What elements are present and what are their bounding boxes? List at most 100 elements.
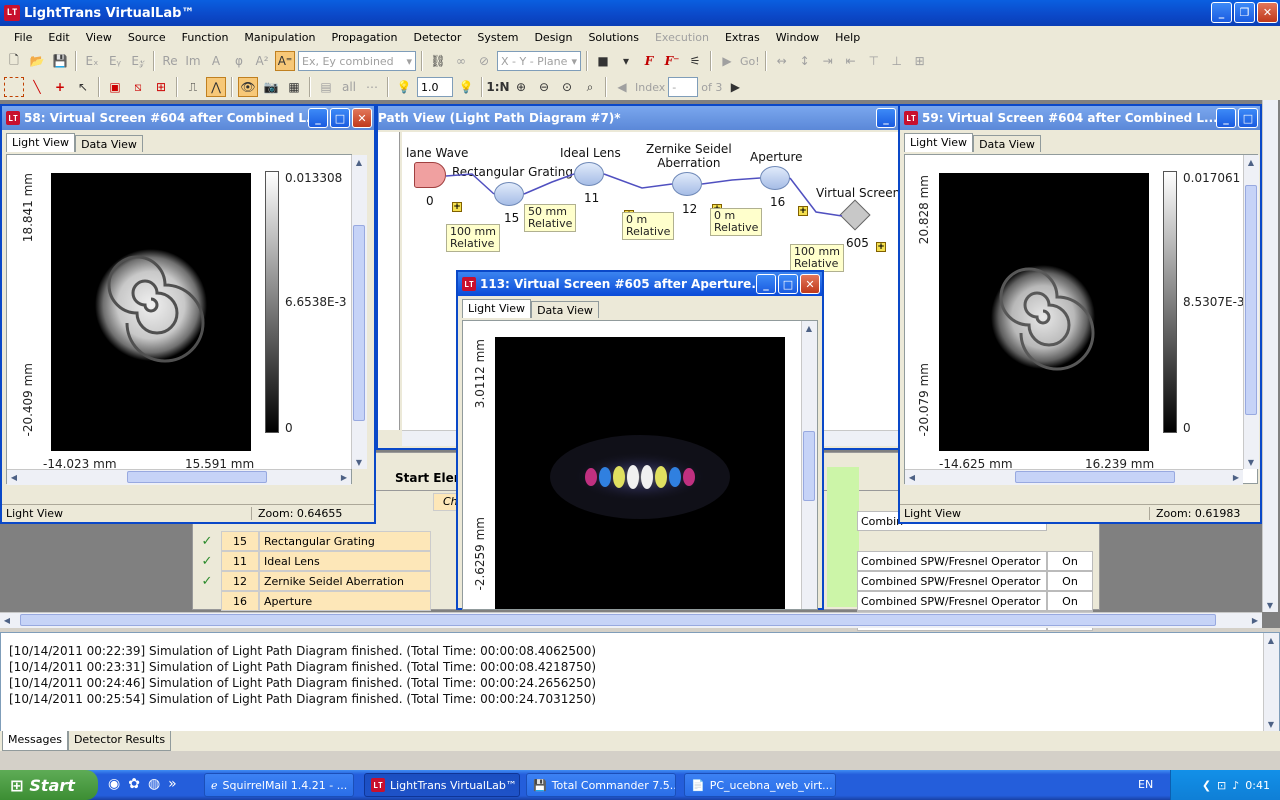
new-file-icon[interactable]: 🗋 <box>4 51 24 71</box>
window-59-minimize[interactable]: _ <box>1216 108 1236 128</box>
real-part-icon[interactable]: Re <box>160 51 180 71</box>
menu-source[interactable]: Source <box>120 31 174 44</box>
menu-window[interactable]: Window <box>768 31 827 44</box>
expand-icon[interactable]: + <box>876 242 886 252</box>
plane-combo[interactable]: X - Y - Plane ▾ <box>497 51 581 71</box>
profile-icon[interactable]: ⎍ <box>183 77 203 97</box>
menu-view[interactable]: View <box>78 31 120 44</box>
fft-icon[interactable]: ⚟ <box>685 51 705 71</box>
eye-icon[interactable]: 👁 <box>238 77 258 97</box>
ey-field-icon[interactable]: Eᵧ <box>105 51 125 71</box>
path-tool-6-icon[interactable]: ⊥ <box>887 51 907 71</box>
spiral-field-plot-59[interactable] <box>939 173 1149 451</box>
table-icon[interactable]: ▦ <box>284 77 304 97</box>
select-rect-icon[interactable] <box>4 77 24 97</box>
crosshair-icon[interactable]: + <box>50 77 70 97</box>
window-59-titlebar[interactable]: LT 59: Virtual Screen #604 after Combine… <box>900 106 1260 130</box>
tab-data-view[interactable]: Data View <box>531 301 599 318</box>
window-113-minimize[interactable]: _ <box>756 274 776 294</box>
state-cell[interactable]: On <box>1047 591 1093 611</box>
distance-note[interactable]: 100 mm Relative <box>790 244 844 272</box>
window-59-image-area[interactable]: 0.017061 8.5307E-3 0 20.828 mm -20.079 m… <box>904 154 1259 485</box>
prev-index-icon[interactable]: ◀ <box>612 77 632 97</box>
path-tool-5-icon[interactable]: ⊤ <box>864 51 884 71</box>
task-virtuallab[interactable]: LT LightTrans VirtualLab™ <box>364 773 520 797</box>
window-58-image-area[interactable]: 0.013308 6.6538E-3 0 18.841 mm -20.409 m… <box>6 154 367 485</box>
restore-button[interactable]: ❐ <box>1234 2 1255 23</box>
path-tool-1-icon[interactable]: ↔ <box>772 51 792 71</box>
volume-icon[interactable]: ♪ <box>1232 779 1239 792</box>
expand-icon[interactable]: + <box>452 202 462 212</box>
row-check-icon[interactable]: ✓ <box>193 554 221 569</box>
state-cell[interactable]: On <box>1047 551 1093 571</box>
combined-field-icon[interactable]: A⁼ <box>275 51 295 71</box>
line-tool-icon[interactable]: ╲ <box>27 77 47 97</box>
chain-icon[interactable]: ⛓ <box>428 51 448 71</box>
path-tool-2-icon[interactable]: ↕ <box>795 51 815 71</box>
menu-help[interactable]: Help <box>827 31 868 44</box>
zoom-fit-icon[interactable]: ⊙ <box>557 77 577 97</box>
index-field[interactable]: - <box>668 77 699 97</box>
table-row[interactable]: ✓ 12 Zernike Seidel Aberration <box>193 571 431 591</box>
window-113-image-area[interactable]: 3.0112 mm -2.6259 mm ▲ <box>462 320 818 610</box>
diag-select-icon[interactable]: ⧅ <box>128 77 148 97</box>
workspace-vscroll[interactable]: ▼ <box>1262 100 1278 612</box>
level-icon[interactable]: ⋯ <box>362 77 382 97</box>
menu-edit[interactable]: Edit <box>40 31 77 44</box>
window-59-maximize[interactable]: □ <box>1238 108 1258 128</box>
window-58-vscroll[interactable]: ▲ ▼ <box>351 155 367 469</box>
gradient-icon[interactable]: ▤ <box>316 77 336 97</box>
diffraction-pattern-plot[interactable] <box>495 337 785 609</box>
next-index-icon[interactable]: ▶ <box>725 77 745 97</box>
go-button[interactable]: Go! <box>740 55 760 68</box>
all-icon[interactable]: all <box>339 77 359 97</box>
tab-detector-results[interactable]: Detector Results <box>67 731 172 751</box>
window-113-vscroll[interactable]: ▲ <box>801 321 817 609</box>
ex-field-icon[interactable]: Eₓ <box>82 51 102 71</box>
unlink-icon[interactable]: ⊘ <box>474 51 494 71</box>
row-check-icon[interactable]: ✓ <box>193 574 221 589</box>
distance-note[interactable]: 0 m Relative <box>710 208 763 236</box>
menu-extras[interactable]: Extras <box>717 31 768 44</box>
expand-icon[interactable]: + <box>798 206 808 216</box>
tab-light-view[interactable]: Light View <box>6 133 76 152</box>
tab-light-view[interactable]: Light View <box>904 133 974 152</box>
zoom-in-icon[interactable]: ⊕ <box>511 77 531 97</box>
firefox-icon[interactable]: ◍ <box>148 776 160 792</box>
menu-function[interactable]: Function <box>174 31 237 44</box>
open-folder-icon[interactable]: 📂 <box>27 51 47 71</box>
inverse-fourier-icon[interactable]: F⁻ <box>662 51 682 71</box>
expand-quicklaunch-icon[interactable]: » <box>168 776 177 792</box>
bulb-off-icon[interactable]: 💡 <box>394 77 414 97</box>
start-button[interactable]: ⊞ Start <box>0 770 98 800</box>
window-113-maximize[interactable]: □ <box>778 274 798 294</box>
diagram-minimize-button[interactable]: _ <box>876 108 896 128</box>
spiral-field-plot-58[interactable] <box>51 173 251 451</box>
path-tool-3-icon[interactable]: ⇥ <box>818 51 838 71</box>
workspace-hscroll[interactable]: ◀ ▶ <box>0 612 1262 628</box>
tab-messages[interactable]: Messages <box>2 731 68 751</box>
distance-note[interactable]: 50 mm Relative <box>524 204 577 232</box>
network-icon[interactable]: ⊡ <box>1217 779 1226 792</box>
phase-icon[interactable]: φ <box>229 51 249 71</box>
zoom-value-field[interactable]: 1.0 <box>417 77 453 97</box>
distance-note[interactable]: 0 m Relative <box>622 212 675 240</box>
diagram-tree-pane[interactable] <box>378 132 400 430</box>
table-row[interactable]: ✓ 15 Rectangular Grating <box>193 531 431 551</box>
stop-icon[interactable]: ■ <box>593 51 613 71</box>
fourier-icon[interactable]: F <box>639 51 659 71</box>
zoom-100-icon[interactable]: ⌕ <box>580 77 600 97</box>
task-squirrelmail[interactable]: ℯ SquirrelMail 1.4.21 - ... <box>204 773 354 797</box>
window-59-hscroll[interactable]: ◀ ▶ <box>905 469 1243 485</box>
menu-system[interactable]: System <box>469 31 526 44</box>
path-tool-7-icon[interactable]: ⊞ <box>910 51 930 71</box>
amplitude-icon[interactable]: A <box>206 51 226 71</box>
dropdown-icon[interactable]: ▾ <box>616 51 636 71</box>
camera-icon[interactable]: 📷 <box>261 77 281 97</box>
menu-file[interactable]: File <box>6 31 40 44</box>
table-row[interactable]: ✓ 11 Ideal Lens <box>193 551 431 571</box>
tray-arrow-icon[interactable]: ❮ <box>1202 779 1211 792</box>
minimize-button[interactable]: _ <box>1211 2 1232 23</box>
zoom-out-icon[interactable]: ⊖ <box>534 77 554 97</box>
window-58-maximize[interactable]: □ <box>330 108 350 128</box>
